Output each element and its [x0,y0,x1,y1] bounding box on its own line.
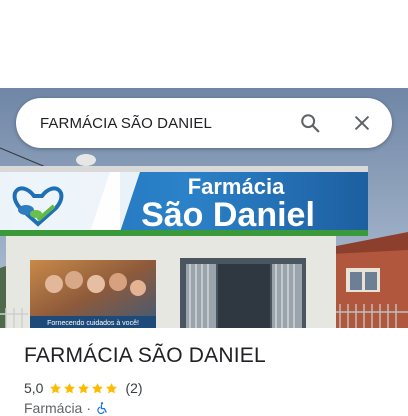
search-bar[interactable]: FARMÁCIA SÃO DANIEL [16,98,392,148]
star-icon [92,382,104,393]
rating-stars [49,382,119,395]
sign-line2: São Daniel [141,196,315,234]
place-name: FARMÁCIA SÃO DANIEL [24,344,266,367]
rating-row[interactable]: 5,0 (2) [24,379,143,397]
review-count[interactable]: (2) [125,380,142,396]
search-icon [301,114,320,133]
star-icon [50,382,62,393]
rating-value: 5,0 [24,380,44,396]
star-icon [106,382,118,393]
search-input[interactable]: FARMÁCIA SÃO DANIEL [40,115,290,132]
star-icon [78,382,90,393]
poster-text: Fornecendo cuidados à você! [47,320,139,327]
place-category: Farmácia [24,400,83,416]
star-icon [64,382,76,393]
search-button[interactable] [290,103,330,143]
separator-dot: · [86,400,92,416]
clear-search-button[interactable] [342,103,382,143]
category-row: Farmácia · [24,400,109,416]
close-icon [355,116,369,130]
wheelchair-icon [97,402,107,414]
